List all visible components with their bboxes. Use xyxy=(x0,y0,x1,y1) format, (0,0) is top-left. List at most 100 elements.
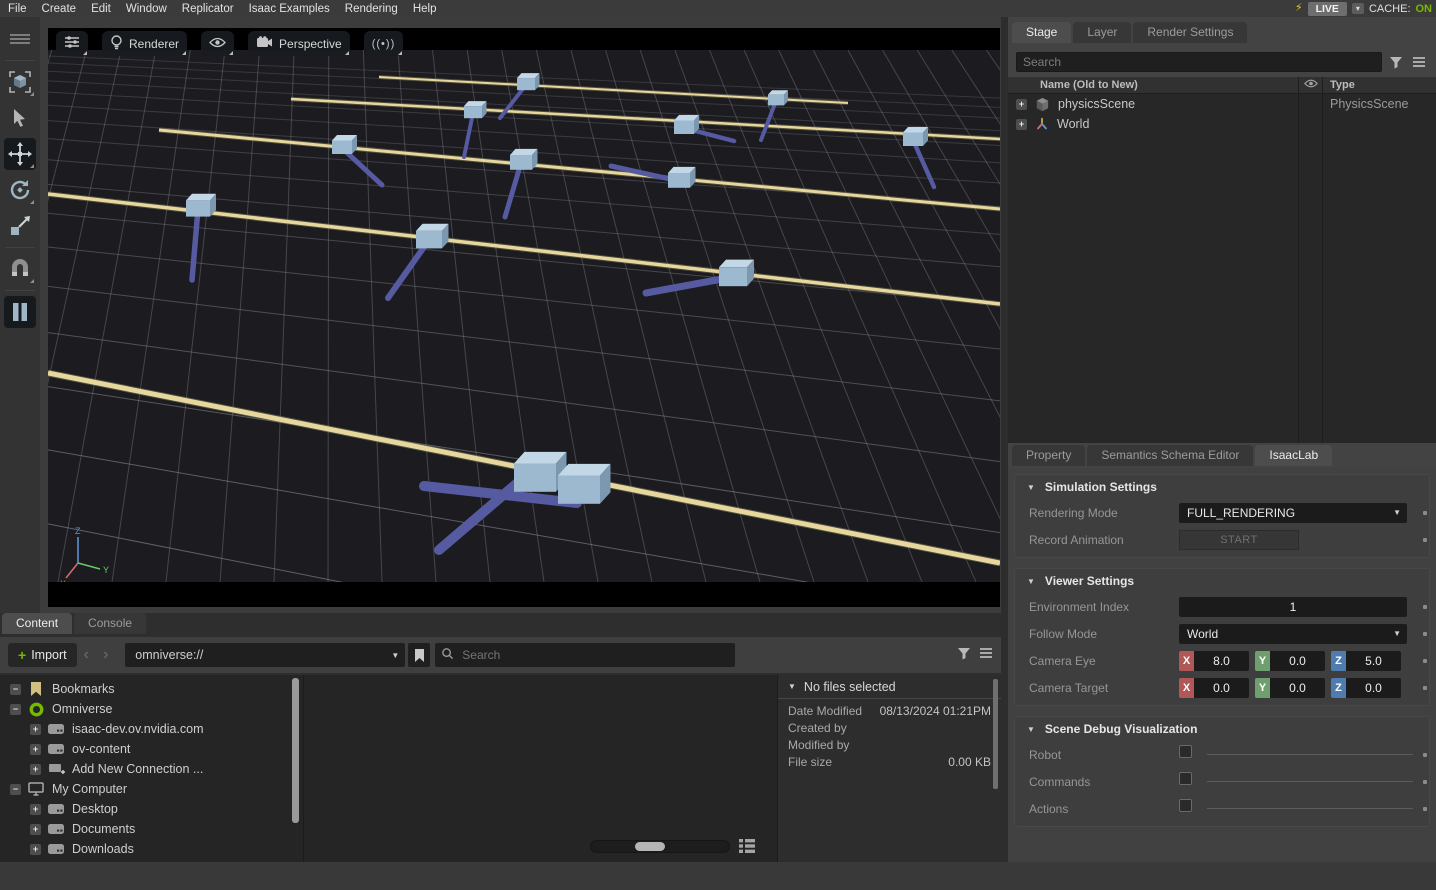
rendering-mode-dropdown[interactable]: FULL_RENDERING▼ xyxy=(1179,503,1407,523)
x-value-field[interactable]: 8.0 xyxy=(1194,651,1249,671)
tree-item-documents[interactable]: +Documents xyxy=(0,819,305,839)
expand-icon[interactable]: + xyxy=(30,764,41,775)
tab-isaaclab[interactable]: IsaacLab xyxy=(1255,445,1332,466)
property-state-dot[interactable] xyxy=(1423,511,1427,515)
expand-icon[interactable]: + xyxy=(1016,119,1027,130)
property-state-dot[interactable] xyxy=(1423,780,1427,784)
tree-item-my-computer[interactable]: −My Computer xyxy=(0,779,305,799)
thumbnail-size-slider[interactable] xyxy=(590,840,730,853)
camera-menu-button[interactable]: Perspective xyxy=(248,31,350,56)
expand-icon[interactable]: + xyxy=(30,844,41,855)
pause-tool-button[interactable] xyxy=(4,296,36,328)
tab-layer[interactable]: Layer xyxy=(1073,22,1131,43)
details-header[interactable]: ▼ No files selected xyxy=(778,675,1001,699)
menu-isaac-examples[interactable]: Isaac Examples xyxy=(249,3,330,15)
expand-icon[interactable]: + xyxy=(1016,99,1027,110)
robot-checkbox[interactable] xyxy=(1179,745,1192,758)
tree-item-ov-content[interactable]: +ov-content xyxy=(0,739,305,759)
property-state-dot[interactable] xyxy=(1423,686,1427,690)
property-state-dot[interactable] xyxy=(1423,659,1427,663)
tree-item-omniverse[interactable]: −Omniverse xyxy=(0,699,305,719)
slider-thumb[interactable] xyxy=(635,842,665,851)
file-grid[interactable] xyxy=(304,675,777,862)
snap-tool-button[interactable] xyxy=(4,253,36,285)
viewport-settings-button[interactable] xyxy=(56,31,88,56)
x-value-field[interactable]: 0.0 xyxy=(1194,678,1249,698)
3d-scene[interactable]: ZYX xyxy=(48,28,1000,607)
import-button[interactable]: + Import xyxy=(8,643,77,667)
tab-content[interactable]: Content xyxy=(2,613,72,634)
tab-semantics-schema-editor[interactable]: Semantics Schema Editor xyxy=(1087,445,1253,466)
menu-edit[interactable]: Edit xyxy=(91,3,111,15)
path-dropdown-icon[interactable]: ▼ xyxy=(391,651,399,660)
expand-icon[interactable]: + xyxy=(30,824,41,835)
collapse-icon[interactable]: − xyxy=(10,784,21,795)
property-state-dot[interactable] xyxy=(1423,753,1427,757)
property-state-dot[interactable] xyxy=(1423,605,1427,609)
path-input[interactable] xyxy=(125,648,363,662)
expand-icon[interactable]: + xyxy=(30,804,41,815)
column-type[interactable]: Type xyxy=(1330,79,1355,91)
select-tool-button[interactable] xyxy=(4,102,36,134)
commands-checkbox[interactable] xyxy=(1179,772,1192,785)
tree-item-isaac-dev-ov-nvidia-com[interactable]: +isaac-dev.ov.nvidia.com xyxy=(0,719,305,739)
rotate-tool-button[interactable] xyxy=(4,174,36,206)
collapse-icon[interactable]: − xyxy=(10,704,21,715)
property-state-dot[interactable] xyxy=(1423,538,1427,542)
stage-filter-icon[interactable] xyxy=(1387,53,1405,71)
content-search-input[interactable] xyxy=(460,647,729,663)
property-state-dot[interactable] xyxy=(1423,807,1427,811)
menu-rendering[interactable]: Rendering xyxy=(345,3,398,15)
menu-help[interactable]: Help xyxy=(413,3,437,15)
stage-search-input[interactable] xyxy=(1016,52,1382,72)
menu-create[interactable]: Create xyxy=(42,3,77,15)
sync-menu-button[interactable]: ((•)) xyxy=(364,31,404,56)
expand-icon[interactable]: + xyxy=(30,744,41,755)
tree-item-bookmarks[interactable]: −Bookmarks xyxy=(0,679,305,699)
start-button[interactable]: START xyxy=(1179,530,1299,550)
environment-index-field[interactable]: 1 xyxy=(1179,597,1407,617)
stage-row-physicsScene[interactable]: +physicsScenePhysicsScene xyxy=(1008,94,1436,114)
collapse-icon[interactable]: − xyxy=(10,684,21,695)
tab-render-settings[interactable]: Render Settings xyxy=(1133,22,1247,43)
frame-select-tool-button[interactable] xyxy=(4,66,36,98)
section-header[interactable]: ▼Simulation Settings xyxy=(1015,475,1429,499)
details-scrollbar[interactable] xyxy=(993,679,998,789)
y-value-field[interactable]: 0.0 xyxy=(1270,678,1325,698)
z-value-field[interactable]: 5.0 xyxy=(1346,651,1401,671)
actions-checkbox[interactable] xyxy=(1179,799,1192,812)
tab-property[interactable]: Property xyxy=(1012,445,1085,466)
bookmark-button[interactable] xyxy=(408,643,430,667)
z-value-field[interactable]: 0.0 xyxy=(1346,678,1401,698)
tree-item-desktop[interactable]: +Desktop xyxy=(0,799,305,819)
tree-item-downloads[interactable]: +Downloads xyxy=(0,839,305,859)
tree-scrollbar[interactable] xyxy=(292,678,299,823)
follow-mode-dropdown[interactable]: World▼ xyxy=(1179,624,1407,644)
section-header[interactable]: ▼Viewer Settings xyxy=(1015,569,1429,593)
section-header[interactable]: ▼Scene Debug Visualization xyxy=(1015,717,1429,741)
live-dropdown-button[interactable]: ▾ xyxy=(1352,3,1364,14)
menu-file[interactable]: File xyxy=(8,3,27,15)
back-button[interactable]: ‹ xyxy=(84,647,89,663)
stage-row-World[interactable]: +World xyxy=(1008,114,1436,134)
menu-replicator[interactable]: Replicator xyxy=(182,3,234,15)
move-tool-button[interactable] xyxy=(4,138,36,170)
menu-tool-button[interactable] xyxy=(4,23,36,55)
tab-console[interactable]: Console xyxy=(74,613,146,634)
expand-icon[interactable]: + xyxy=(30,724,41,735)
y-value-field[interactable]: 0.0 xyxy=(1270,651,1325,671)
menu-window[interactable]: Window xyxy=(126,3,167,15)
live-button[interactable]: LIVE xyxy=(1308,2,1347,16)
column-name[interactable]: Name (Old to New) xyxy=(1040,79,1138,91)
renderer-menu-button[interactable]: Renderer xyxy=(102,31,187,56)
tree-item-add-new-connection-[interactable]: +Add New Connection ... xyxy=(0,759,305,779)
viewport[interactable]: ZYX Renderer Perspective ((•)) xyxy=(48,28,1000,607)
tab-stage[interactable]: Stage xyxy=(1012,22,1071,43)
content-filter-icon[interactable] xyxy=(957,647,971,663)
property-state-dot[interactable] xyxy=(1423,632,1427,636)
visibility-menu-button[interactable] xyxy=(201,31,234,56)
content-options-icon[interactable] xyxy=(979,647,993,663)
forward-button[interactable]: › xyxy=(103,647,108,663)
list-view-toggle-icon[interactable] xyxy=(738,838,756,857)
stage-options-icon[interactable] xyxy=(1410,53,1428,71)
